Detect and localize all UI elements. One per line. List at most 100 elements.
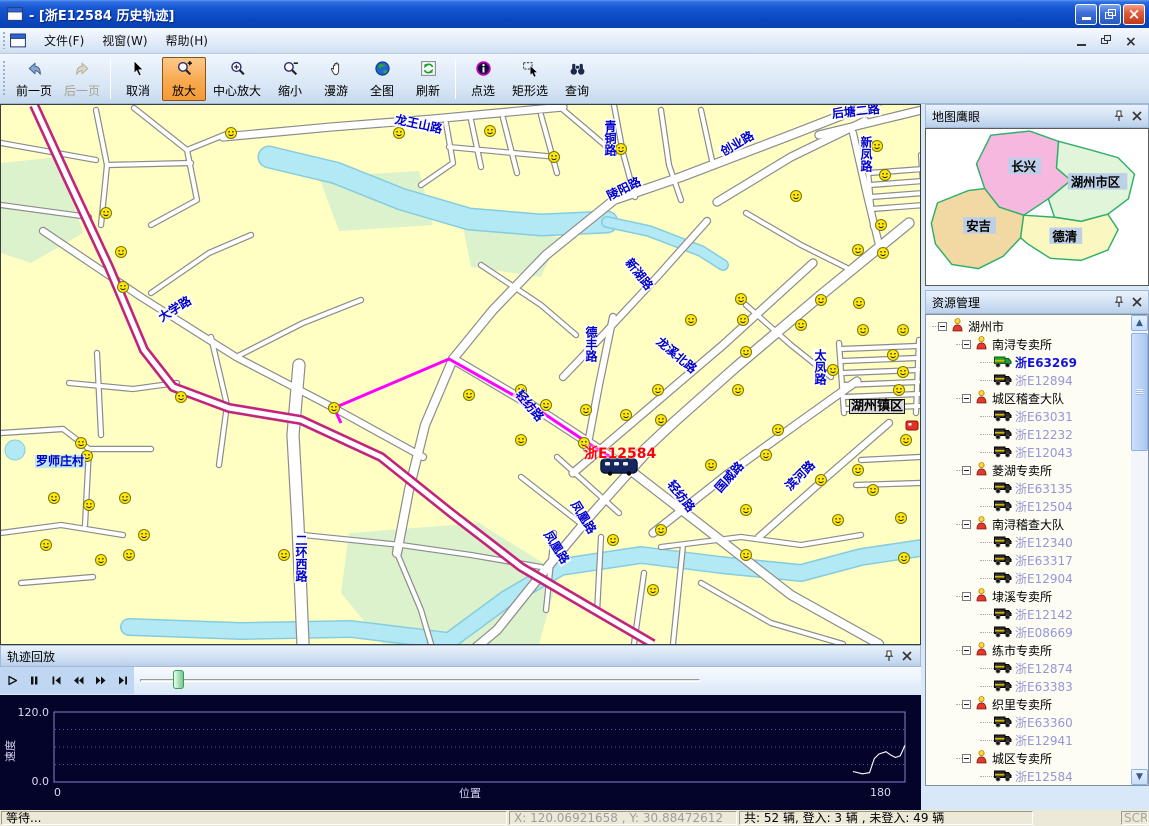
vehicle-smiley-marker[interactable] (464, 390, 475, 401)
tree-item-vehicle[interactable]: 浙E12504 (926, 497, 1131, 515)
vehicle-smiley-marker[interactable] (516, 435, 527, 446)
step-back-button[interactable] (47, 671, 66, 691)
vehicle-smiley-marker[interactable] (876, 220, 887, 231)
tree-item-vehicle[interactable]: 浙E63360 (926, 713, 1131, 731)
mdi-close-button[interactable]: × (1125, 35, 1139, 47)
toolbar-button-zoom-in-magnifier[interactable]: 放大 (162, 57, 206, 101)
toolbar-button-prev-page-arrow[interactable]: 前一页 (11, 57, 57, 101)
red-poi-marker[interactable] (906, 421, 918, 430)
eagle-eye-map[interactable]: 长兴湖州市区安吉德清 (925, 128, 1149, 286)
tree-expand-box[interactable] (962, 700, 971, 709)
scroll-down-button[interactable]: ▼ (1131, 769, 1148, 785)
toolbar-button-next-page-arrow[interactable]: 后一页 (59, 57, 105, 101)
vehicle-smiley-marker[interactable] (706, 460, 717, 471)
vehicle-smiley-marker[interactable] (118, 282, 129, 293)
toolbar-button-info-select[interactable]: 点选 (461, 57, 505, 101)
tree-item-group[interactable]: 城区稽查大队 (926, 389, 1131, 407)
pin-icon[interactable] (882, 649, 896, 663)
tree-item-vehicle[interactable]: 浙E12874 (926, 659, 1131, 677)
vehicle-smiley-marker[interactable] (621, 410, 632, 421)
fast-forward-button[interactable] (91, 671, 110, 691)
vehicle-smiley-marker[interactable] (816, 475, 827, 486)
vehicle-smiley-marker[interactable] (901, 435, 912, 446)
scrollbar-thumb[interactable] (1131, 333, 1148, 451)
vehicle-smiley-marker[interactable] (741, 505, 752, 516)
vehicle-smiley-marker[interactable] (279, 550, 290, 561)
vehicle-smiley-marker[interactable] (686, 315, 697, 326)
tree-item-vehicle[interactable]: 浙E63383 (926, 677, 1131, 695)
tree-item-group[interactable]: 练市专卖所 (926, 641, 1131, 659)
menu-item-3[interactable]: 帮助(H) (157, 28, 217, 53)
vehicle-smiley-marker[interactable] (833, 515, 844, 526)
vehicle-smiley-marker[interactable] (96, 555, 107, 566)
vehicle-smiley-marker[interactable] (656, 415, 667, 426)
vehicle-smiley-marker[interactable] (41, 540, 52, 551)
vehicle-smiley-marker[interactable] (898, 325, 909, 336)
vehicle-smiley-marker[interactable] (124, 550, 135, 561)
close-icon[interactable] (1130, 295, 1144, 309)
vehicle-smiley-marker[interactable] (648, 585, 659, 596)
tree-item-vehicle[interactable]: 浙E12941 (926, 731, 1131, 749)
vehicle-smiley-marker[interactable] (761, 450, 772, 461)
tree-expand-box[interactable] (962, 466, 971, 475)
tree-item-vehicle[interactable]: 浙E63031 (926, 407, 1131, 425)
tree-item-vehicle[interactable]: 浙E63135 (926, 479, 1131, 497)
pin-icon[interactable] (1112, 295, 1126, 309)
toolbar-button-refresh[interactable]: 刷新 (406, 57, 450, 101)
vehicle-smiley-marker[interactable] (176, 392, 187, 403)
toolbar-grip[interactable] (2, 32, 6, 50)
tree-item-root[interactable]: 湖州市 (926, 317, 1131, 335)
tree-item-group[interactable]: 南浔专卖所 (926, 335, 1131, 353)
tracked-vehicle-marker[interactable] (601, 459, 637, 476)
toolbar-button-center-zoom-magnifier[interactable]: 中心放大 (208, 57, 266, 101)
play-button[interactable] (3, 671, 22, 691)
vehicle-smiley-marker[interactable] (736, 294, 747, 305)
minimize-button[interactable] (1075, 4, 1097, 25)
tree-item-vehicle[interactable]: 浙E12340 (926, 533, 1131, 551)
vehicle-smiley-marker[interactable] (796, 320, 807, 331)
toolbar-button-full-extent-globe[interactable]: 全图 (360, 57, 404, 101)
tree-item-vehicle[interactable]: 浙E12584 (926, 767, 1131, 785)
vehicle-smiley-marker[interactable] (394, 128, 405, 139)
vehicle-smiley-marker[interactable] (816, 295, 827, 306)
vehicle-smiley-marker[interactable] (49, 493, 60, 504)
vehicle-smiley-marker[interactable] (880, 170, 891, 181)
tree-item-vehicle[interactable]: 浙E08669 (926, 623, 1131, 641)
close-button[interactable]: × (1123, 4, 1145, 25)
toolbar-button-rect-select[interactable]: 矩形选 (507, 57, 553, 101)
playback-slider-thumb[interactable] (173, 670, 184, 689)
vehicle-smiley-marker[interactable] (84, 500, 95, 511)
vehicle-smiley-marker[interactable] (738, 315, 749, 326)
vehicle-smiley-marker[interactable] (76, 438, 87, 449)
vehicle-smiley-marker[interactable] (894, 385, 905, 396)
vehicle-smiley-marker[interactable] (329, 403, 340, 414)
toolbar-button-pan-hand[interactable]: 漫游 (314, 57, 358, 101)
vehicle-smiley-marker[interactable] (101, 208, 112, 219)
vehicle-smiley-marker[interactable] (653, 385, 664, 396)
vehicle-smiley-marker[interactable] (878, 248, 889, 259)
map-svg[interactable] (1, 105, 920, 644)
vehicle-smiley-marker[interactable] (139, 530, 150, 541)
menu-item-2[interactable]: 视窗(W) (93, 28, 156, 53)
vehicle-smiley-marker[interactable] (608, 535, 619, 546)
menu-item-1[interactable]: 文件(F) (35, 28, 93, 53)
vehicle-smiley-marker[interactable] (226, 128, 237, 139)
tree-expand-box[interactable] (962, 520, 971, 529)
vehicle-smiley-marker[interactable] (741, 347, 752, 358)
tree-expand-box[interactable] (962, 340, 971, 349)
toolbar-button-cancel-cursor[interactable]: 取消 (116, 57, 160, 101)
rewind-button[interactable] (69, 671, 88, 691)
vehicle-smiley-marker[interactable] (872, 141, 883, 152)
tree-item-group[interactable]: 埭溪专卖所 (926, 587, 1131, 605)
tree-item-group[interactable]: 城区专卖所 (926, 749, 1131, 767)
vehicle-smiley-marker[interactable] (899, 553, 910, 564)
vehicle-smiley-marker[interactable] (896, 513, 907, 524)
scroll-up-button[interactable]: ▲ (1131, 315, 1148, 331)
tree-item-vehicle[interactable]: 浙E12894 (926, 371, 1131, 389)
tree-expand-box[interactable] (962, 394, 971, 403)
vehicle-smiley-marker[interactable] (828, 365, 839, 376)
vehicle-smiley-marker[interactable] (858, 325, 869, 336)
vehicle-smiley-marker[interactable] (791, 191, 802, 202)
vehicle-smiley-marker[interactable] (579, 438, 590, 449)
vehicle-smiley-marker[interactable] (888, 350, 899, 361)
